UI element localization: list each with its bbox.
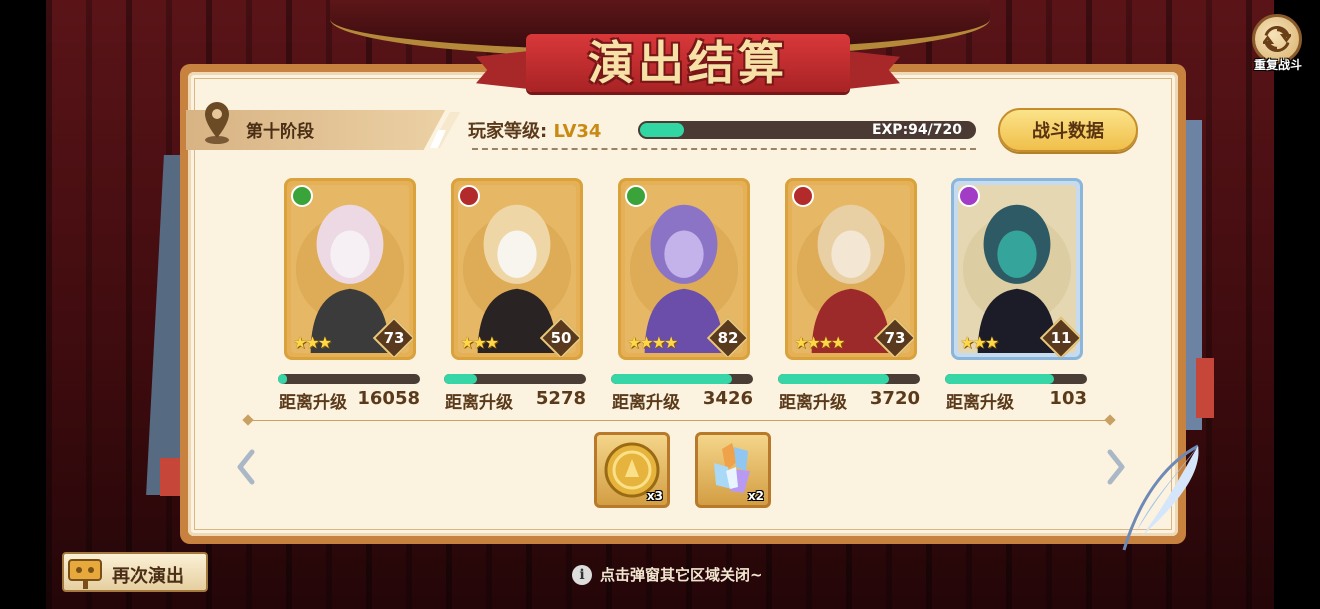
hero-class-icon (291, 185, 313, 207)
hero-card[interactable]: ★★★ 11 (951, 178, 1083, 360)
hero-level-up-label: 距离升级 (279, 393, 347, 413)
dashed-divider (472, 148, 976, 150)
hero-level: 82 (717, 329, 739, 347)
close-hint-text: 点击弹窗其它区域关闭~ (600, 566, 763, 584)
battle-stats-button[interactable]: 战斗数据 (998, 108, 1138, 152)
decorative-tab-right (1196, 358, 1214, 418)
map-pin-icon (205, 102, 229, 144)
info-icon: i (572, 564, 592, 585)
reward-count: x2 (747, 489, 764, 503)
play-again-button[interactable]: 再次演出 (62, 552, 208, 592)
hero-level: 50 (550, 329, 572, 347)
hero-exp-fill (444, 374, 477, 384)
hero-card[interactable]: ★★★★ 82 (618, 178, 750, 360)
refresh-icon (1263, 26, 1291, 52)
exp-progress-bar: EXP:94/720 (638, 121, 976, 139)
hero-class-icon (958, 185, 980, 207)
hero-exp-bar (945, 374, 1087, 384)
arrow-left-icon[interactable] (234, 448, 258, 486)
hero-level-up-label: 距离升级 (445, 393, 513, 413)
exp-progress-fill (640, 123, 684, 137)
hero-exp-fill (611, 374, 732, 384)
hero-exp-bar (278, 374, 420, 384)
hero-class-icon (625, 185, 647, 207)
hero-level-up-label: 距离升级 (779, 393, 847, 413)
hero-level-up-value: 3720 (869, 388, 920, 409)
hero-stars: ★★★★ (627, 333, 678, 352)
reward-count: x3 (646, 489, 663, 503)
hero-level-up-value: 3426 (702, 388, 753, 409)
reward-item-crystal[interactable]: x2 (695, 432, 771, 508)
hero-stars: ★★★★ (794, 333, 845, 352)
hero-stars: ★★★ (293, 333, 332, 352)
hero-class-icon (792, 185, 814, 207)
replay-battle-label[interactable]: 重复战斗 (1244, 56, 1312, 73)
hero-level-up-label: 距离升级 (612, 393, 680, 413)
signpost-icon (68, 559, 102, 589)
section-divider (248, 420, 1110, 421)
hero-level: 73 (383, 329, 405, 347)
hero-stars: ★★★ (460, 333, 499, 352)
hero-level-up-value: 16058 (357, 388, 420, 409)
hero-level-up-label: 距离升级 (946, 393, 1014, 413)
hero-exp-bar (444, 374, 586, 384)
page-title: 演出结算 (588, 36, 788, 90)
hero-exp-bar (778, 374, 920, 384)
hero-card[interactable]: ★★★ 73 (284, 178, 416, 360)
player-level-value: LV34 (553, 121, 602, 142)
stage-label: 第十阶段 (246, 122, 314, 141)
close-hint: i 点击弹窗其它区域关闭~ (572, 564, 763, 585)
hero-class-icon (458, 185, 480, 207)
feather-quill-icon (1122, 444, 1199, 551)
stage-tag-decoration (430, 112, 460, 148)
player-level-label: 玩家等级: LV34 (468, 117, 601, 143)
hero-level-up-value: 5278 (535, 388, 586, 409)
hero-level: 11 (1050, 329, 1072, 347)
player-level-caption: 玩家等级: (468, 121, 548, 142)
title-banner: 演出结算 (476, 24, 900, 98)
hero-card[interactable]: ★★★ 50 (451, 178, 583, 360)
hero-stars: ★★★ (960, 333, 999, 352)
hero-level-up-value: 103 (1049, 388, 1087, 409)
hero-exp-fill (278, 374, 287, 384)
exp-text: EXP:94/720 (871, 122, 962, 138)
hero-exp-fill (778, 374, 889, 384)
reward-item-coin[interactable]: x3 (594, 432, 670, 508)
hero-exp-bar (611, 374, 753, 384)
hero-exp-fill (945, 374, 1055, 384)
hero-level: 73 (884, 329, 906, 347)
hero-card[interactable]: ★★★★ 73 (785, 178, 917, 360)
play-again-label: 再次演出 (112, 566, 184, 587)
